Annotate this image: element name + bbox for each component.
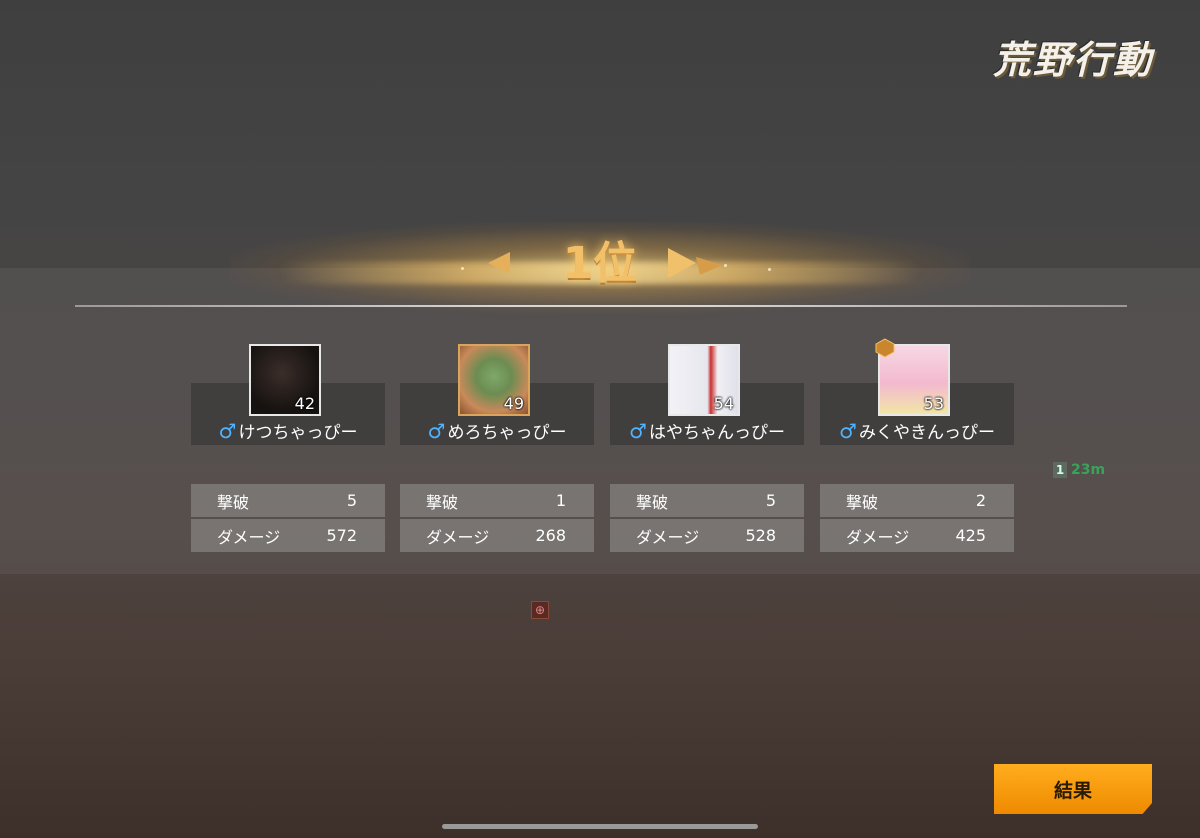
player-stats: 撃破 5 ダメージ 528 [610, 484, 804, 552]
sparkle-icon [724, 264, 727, 267]
right-small-arrow-icon [696, 257, 722, 275]
game-logo: 荒野行動 [992, 36, 1153, 82]
player-name: ♂ めろちゃっぴー [427, 419, 567, 443]
result-button[interactable]: 結果 [994, 764, 1152, 814]
divider [75, 305, 1127, 307]
rank-label: 1位 [562, 238, 638, 289]
damage-row: ダメージ 425 [820, 519, 1014, 552]
distance-indicator: 1 23m [1053, 462, 1105, 478]
sparkle-icon [768, 268, 771, 271]
level-label: 49 [503, 394, 524, 413]
damage-row: ダメージ 572 [191, 519, 385, 552]
home-indicator[interactable] [442, 824, 758, 829]
right-arrow-icon [668, 248, 696, 278]
kills-row: 撃破 5 [191, 484, 385, 517]
distance-value: 23m [1071, 462, 1106, 478]
male-icon: ♂ [427, 419, 446, 443]
target-icon: ⊕ [531, 601, 549, 619]
avatar[interactable]: 49 [458, 344, 530, 416]
level-label: 54 [713, 394, 734, 413]
player-name: ♂ みくやきんっぴー [839, 419, 995, 443]
player-stats: 撃破 5 ダメージ 572 [191, 484, 385, 552]
level-label: 42 [294, 394, 315, 413]
male-icon: ♂ [218, 419, 237, 443]
male-icon: ♂ [629, 419, 647, 443]
damage-row: ダメージ 268 [400, 519, 594, 552]
sparkle-icon [461, 267, 464, 270]
player-stats: 撃破 2 ダメージ 425 [820, 484, 1014, 552]
kills-row: 撃破 1 [400, 484, 594, 517]
left-arrow-icon [488, 252, 510, 274]
level-label: 53 [923, 394, 944, 413]
rank-badge-icon [875, 338, 895, 358]
player-stats: 撃破 1 ダメージ 268 [400, 484, 594, 552]
avatar[interactable]: 42 [249, 344, 321, 416]
damage-row: ダメージ 528 [610, 519, 804, 552]
player-name: ♂ けつちゃっぴー [218, 419, 358, 443]
player-name: ♂ はやちゃんっぴー [629, 419, 785, 443]
avatar[interactable]: 54 [668, 344, 740, 416]
marker-icon: 1 [1053, 462, 1067, 478]
kills-row: 撃破 5 [610, 484, 804, 517]
male-icon: ♂ [839, 419, 857, 443]
kills-row: 撃破 2 [820, 484, 1014, 517]
